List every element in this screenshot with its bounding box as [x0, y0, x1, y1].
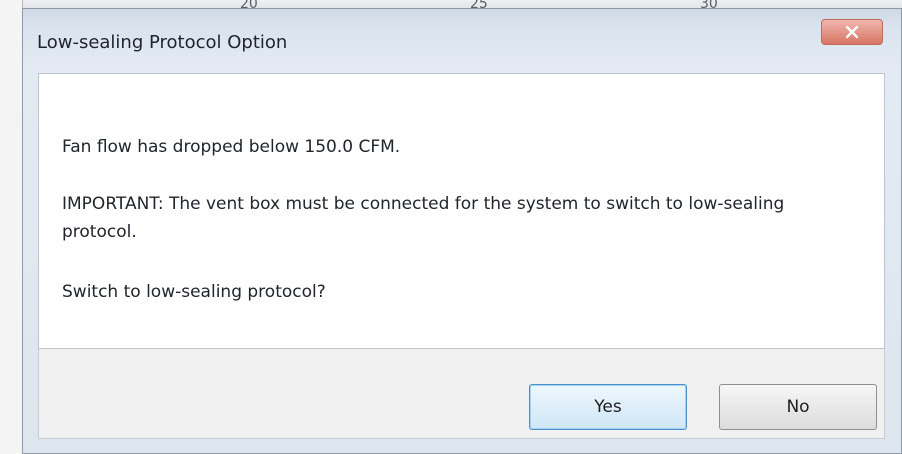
- message-fan-flow: Fan flow has dropped below 150.0 CFM.: [62, 137, 401, 157]
- background-window-left: [0, 0, 23, 454]
- dialog-window: Low-sealing Protocol Option Fan flow has…: [22, 8, 902, 454]
- message-question: Switch to low-sealing protocol?: [62, 282, 326, 302]
- message-important: IMPORTANT: The vent box must be connecte…: [62, 194, 785, 242]
- dialog-message-area: Fan flow has dropped below 150.0 CFM. IM…: [38, 73, 885, 349]
- dialog-titlebar[interactable]: Low-sealing Protocol Option: [23, 9, 901, 73]
- close-icon: [845, 25, 859, 39]
- dialog-title: Low-sealing Protocol Option: [37, 32, 288, 53]
- close-button[interactable]: [821, 19, 883, 45]
- no-button[interactable]: No: [719, 384, 877, 430]
- yes-button[interactable]: Yes: [529, 384, 687, 430]
- dialog-button-bar: Yes No: [38, 349, 885, 439]
